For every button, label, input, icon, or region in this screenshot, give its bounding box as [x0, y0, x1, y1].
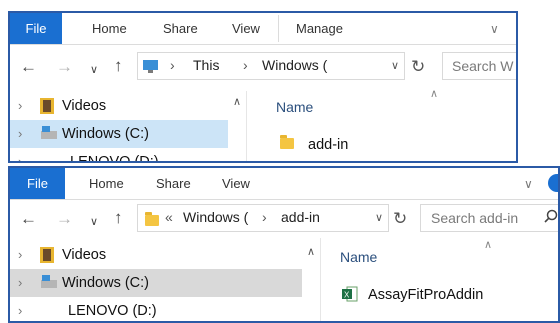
forward-arrow-icon[interactable]: →	[56, 57, 73, 77]
scroll-up-icon[interactable]: ∧	[233, 95, 241, 108]
forward-arrow-icon[interactable]: →	[56, 209, 73, 229]
nav-item-videos[interactable]: › Videos	[10, 241, 302, 269]
breadcrumb-windows-drive[interactable]: Windows (	[262, 57, 327, 73]
tab-file[interactable]: File	[10, 168, 65, 199]
breadcrumb-separator-icon[interactable]: ›	[243, 57, 248, 73]
address-bar[interactable]: « Windows ( › add-in ∨	[137, 204, 389, 232]
nav-item-windows-c[interactable]: › Windows (C:)	[10, 120, 228, 148]
ribbon: File Home Share View ∨	[10, 168, 558, 200]
address-dropdown-icon[interactable]: ∨	[375, 211, 383, 224]
drive-icon	[41, 126, 57, 139]
tab-home[interactable]: Home	[92, 13, 127, 44]
search-icon[interactable]	[544, 209, 558, 225]
up-arrow-icon[interactable]: ↑	[114, 208, 123, 228]
nav-label: Videos	[62, 247, 107, 263]
search-box[interactable]: Search W	[442, 52, 516, 80]
scroll-up-icon[interactable]: ∧	[307, 245, 315, 258]
address-bar[interactable]: › This › Windows ( ∨	[137, 52, 405, 80]
expand-chevron-icon[interactable]: ›	[18, 269, 22, 297]
nav-item-lenovo-d[interactable]: › LENOVO (D:)	[10, 148, 228, 163]
tab-manage[interactable]: Manage	[296, 13, 343, 44]
column-header-name[interactable]: Name	[340, 249, 377, 265]
file-row[interactable]: add-in	[280, 135, 349, 153]
svg-text:X: X	[344, 291, 350, 300]
file-name: AssayFitProAddin	[368, 287, 484, 303]
refresh-icon[interactable]: ↻	[393, 209, 407, 229]
nav-item-windows-c[interactable]: › Windows (C:)	[10, 269, 302, 297]
back-arrow-icon[interactable]: ←	[20, 209, 37, 229]
nav-label: Windows (C:)	[62, 126, 150, 142]
expand-ribbon-icon[interactable]: ∨	[524, 177, 533, 191]
up-arrow-icon[interactable]: ↑	[114, 56, 123, 76]
sort-caret-icon: ∧	[430, 88, 439, 100]
pane-divider	[246, 91, 247, 161]
explorer-window-bottom: File Home Share View ∨ ← → ∨ ↑ « Windows…	[8, 166, 560, 323]
drive-icon	[41, 275, 57, 288]
explorer-window-top: File Home Share View Manage ∨ ← → ∨ ↑ › …	[8, 11, 518, 163]
recent-locations-icon[interactable]: ∨	[90, 212, 98, 232]
excel-file-icon: X	[342, 286, 358, 302]
folder-icon	[280, 135, 294, 149]
nav-item-videos[interactable]: › Videos	[10, 92, 228, 120]
tab-home[interactable]: Home	[89, 168, 124, 199]
expand-ribbon-icon[interactable]: ∨	[490, 22, 499, 36]
file-name: add-in	[308, 137, 349, 153]
search-input[interactable]: Search add-in	[431, 210, 518, 226]
nav-label: LENOVO (D:)	[70, 154, 159, 163]
tab-share[interactable]: Share	[156, 168, 191, 199]
search-input[interactable]: Search W	[452, 58, 513, 74]
tab-view[interactable]: View	[232, 13, 260, 44]
back-arrow-icon[interactable]: ←	[20, 57, 37, 77]
tab-file[interactable]: File	[10, 13, 62, 44]
sort-caret-icon: ∧	[484, 239, 493, 251]
ribbon: File Home Share View Manage ∨	[10, 13, 516, 45]
tab-share[interactable]: Share	[163, 13, 198, 44]
breadcrumb-windows-drive[interactable]: Windows (	[183, 209, 248, 225]
breadcrumb-this-pc[interactable]: This	[193, 57, 219, 73]
column-header-name[interactable]: Name	[276, 99, 313, 115]
nav-label: Videos	[62, 98, 107, 114]
video-library-icon	[40, 247, 54, 263]
video-library-icon	[40, 98, 54, 114]
breadcrumb-separator-icon[interactable]: ›	[262, 209, 267, 225]
expand-chevron-icon[interactable]: ›	[18, 92, 22, 120]
search-box[interactable]: Search add-in	[420, 204, 558, 232]
recent-locations-icon[interactable]: ∨	[90, 60, 98, 80]
folder-icon	[145, 212, 159, 226]
nav-label: Windows (C:)	[62, 275, 150, 291]
breadcrumb-overflow[interactable]: «	[165, 209, 173, 225]
tab-view[interactable]: View	[222, 168, 250, 199]
expand-chevron-icon[interactable]: ›	[18, 241, 22, 269]
address-dropdown-icon[interactable]: ∨	[391, 59, 399, 72]
pane-divider	[320, 238, 321, 321]
this-pc-icon	[143, 60, 158, 73]
breadcrumb-separator-icon[interactable]: ›	[170, 57, 175, 73]
expand-chevron-icon[interactable]: ›	[18, 148, 22, 161]
help-icon[interactable]	[548, 174, 558, 192]
ribbon-divider	[278, 15, 279, 42]
nav-label: LENOVO (D:)	[68, 303, 157, 319]
expand-chevron-icon[interactable]: ›	[18, 297, 22, 321]
file-row[interactable]: X AssayFitProAddin	[342, 286, 483, 303]
nav-item-lenovo-d[interactable]: › LENOVO (D:)	[10, 297, 302, 321]
refresh-icon[interactable]: ↻	[411, 57, 425, 77]
expand-chevron-icon[interactable]: ›	[18, 120, 22, 148]
breadcrumb-add-in[interactable]: add-in	[281, 209, 320, 225]
